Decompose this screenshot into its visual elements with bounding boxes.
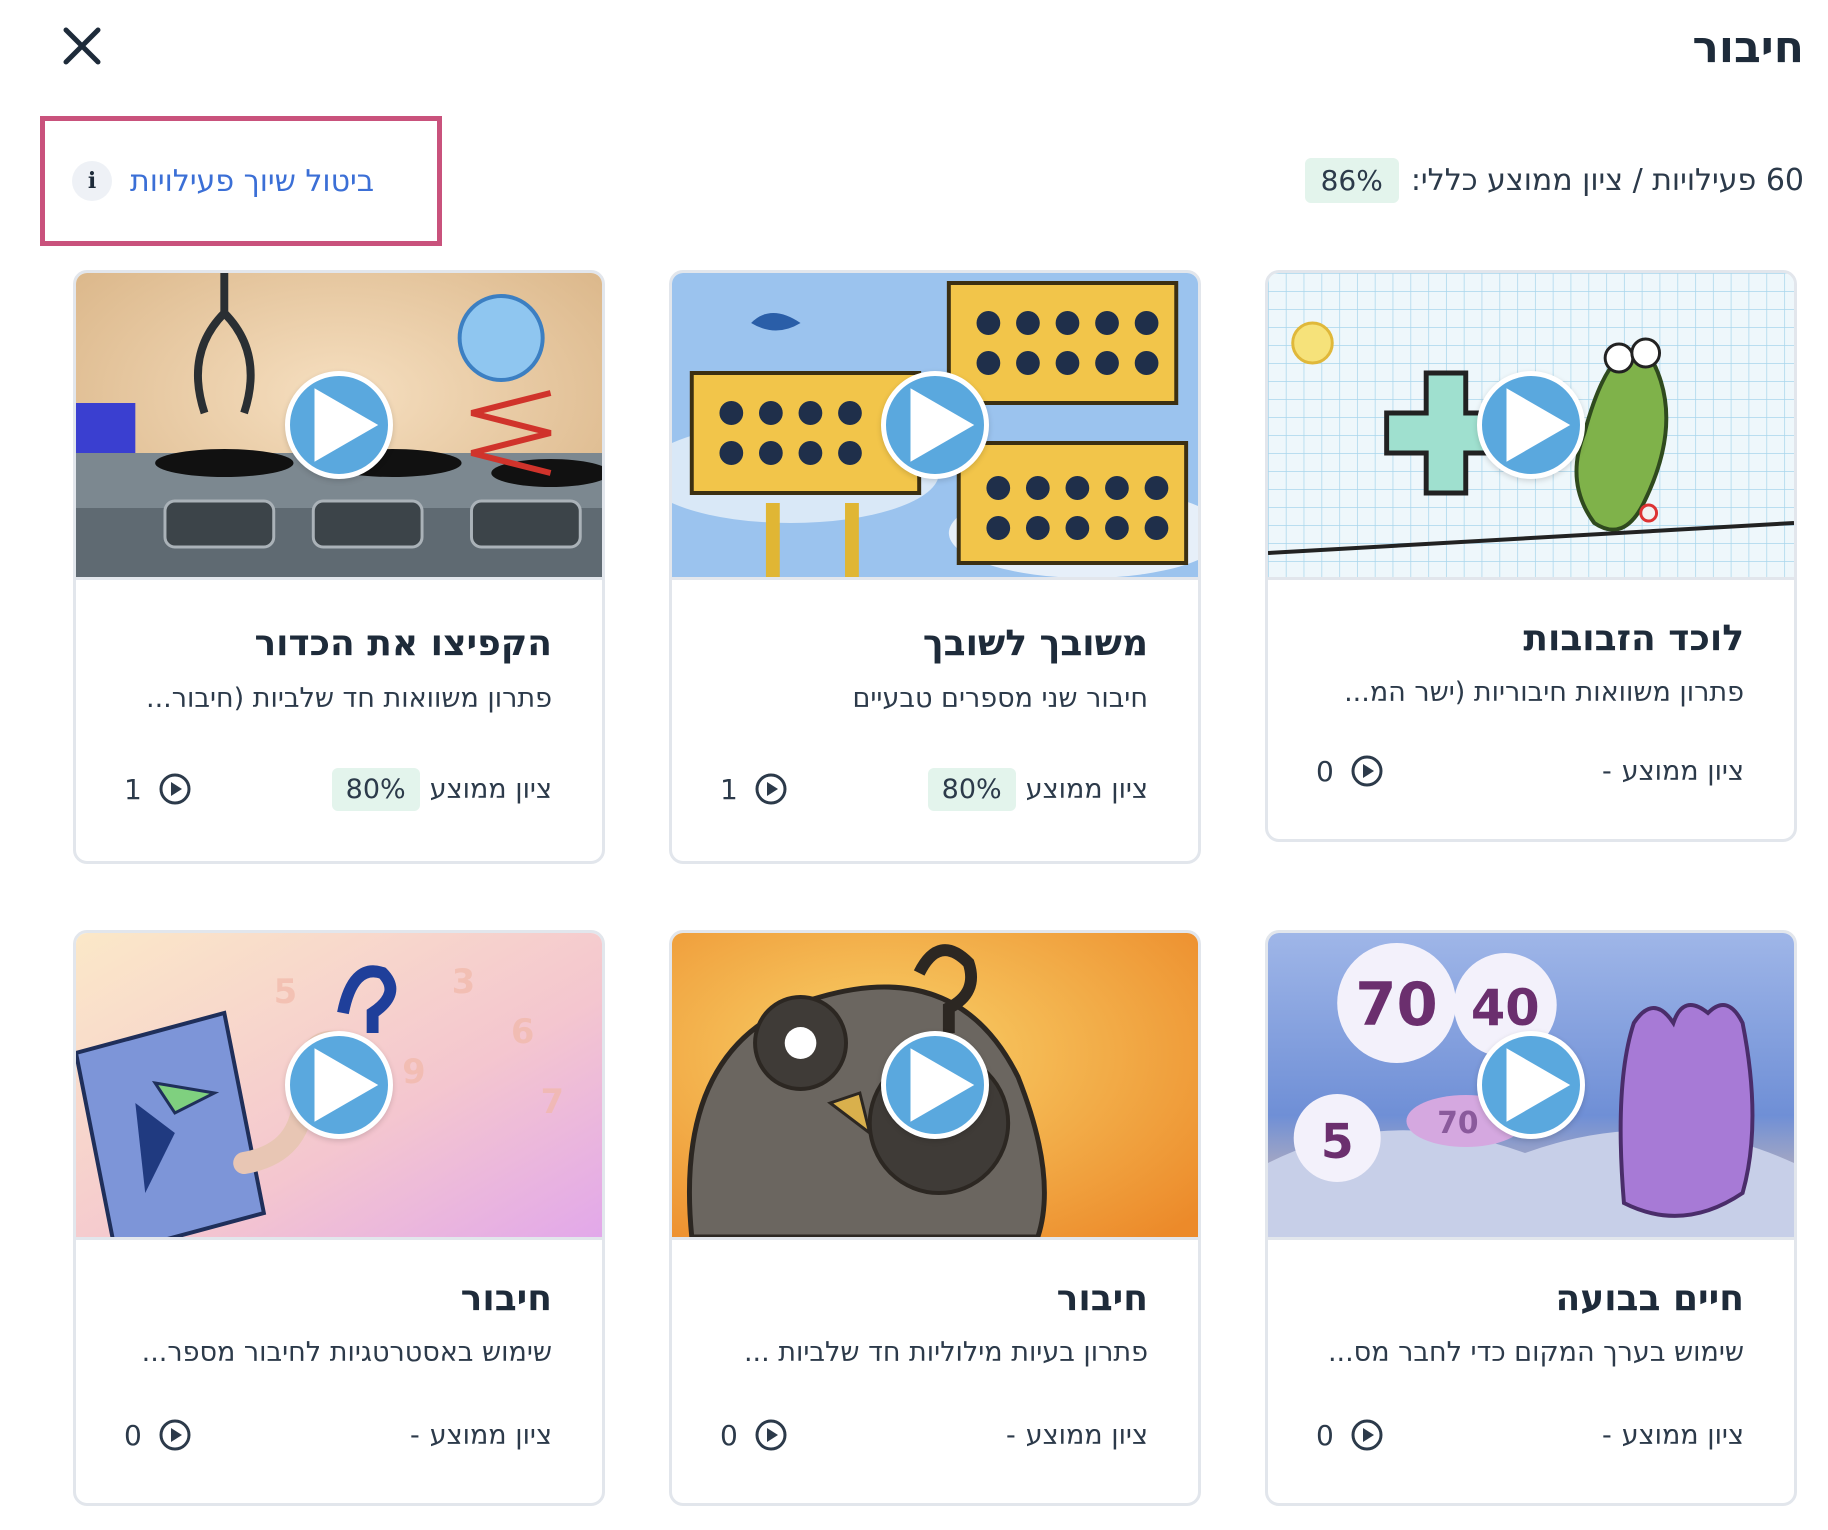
play-button[interactable] <box>285 1031 393 1139</box>
activity-description: שימוש בערך המקום כדי לחבר מס... <box>1327 1337 1744 1368</box>
activity-thumbnail[interactable]: 367 9 5 <box>76 933 602 1240</box>
page-title: חיבור <box>1692 22 1804 73</box>
activity-card[interactable]: 367 9 5 חיבור שימוש באסטרטגיות לחיבור מספר… <box>73 930 605 1506</box>
svg-text:7: 7 <box>541 1082 564 1121</box>
play-count-value: 0 <box>1316 754 1334 788</box>
play-button[interactable] <box>881 1031 989 1139</box>
activity-description: שימוש באסטרטגיות לחיבור מספר... <box>141 1337 552 1368</box>
play-count: 1 <box>720 761 788 817</box>
bubble-number: 5 <box>1321 1115 1354 1170</box>
activity-thumbnail[interactable]: 70 40 5 70 <box>1268 933 1794 1240</box>
average-score-label: ציון ממוצע <box>1025 773 1148 805</box>
activity-thumbnail[interactable] <box>672 933 1198 1240</box>
average-score-label: ציון ממוצע <box>429 1419 552 1451</box>
average-score: ציון ממוצע 80% <box>331 761 552 817</box>
play-count-value: 0 <box>124 1418 142 1452</box>
bubble-number: 40 <box>1471 979 1540 1037</box>
play-circle-icon <box>755 773 787 805</box>
play-count: 0 <box>124 1407 192 1463</box>
play-circle-icon <box>159 773 191 805</box>
activity-title[interactable]: לוכד הזבובות <box>1523 618 1744 659</box>
svg-text:5: 5 <box>274 972 297 1011</box>
activity-description: פתרון משוואות חד שלביות (חיבור... <box>146 683 552 714</box>
activity-card[interactable]: הקפיצו את הכדור פתרון משוואות חד שלביות … <box>73 270 605 864</box>
average-score: ציון ממוצע - <box>1602 1407 1744 1463</box>
play-button[interactable] <box>285 371 393 479</box>
play-count-value: 0 <box>1316 1418 1334 1452</box>
play-icon <box>314 388 379 462</box>
activity-thumbnail[interactable] <box>672 273 1198 580</box>
play-icon <box>910 388 975 462</box>
svg-text:3: 3 <box>452 962 475 1001</box>
activity-card[interactable]: משובך לשובך חיבור שני מספרים טבעיים ציון… <box>669 270 1201 864</box>
average-score-value: - <box>1601 1419 1612 1451</box>
close-button[interactable] <box>58 22 106 70</box>
activity-footer: ציון ממוצע 80% 1 <box>124 761 552 817</box>
play-count-value: 1 <box>124 772 142 806</box>
svg-text:9: 9 <box>402 1052 425 1091</box>
play-count: 0 <box>720 1407 788 1463</box>
average-score: ציון ממוצע - <box>410 1407 552 1463</box>
average-score-label: ציון ממוצע <box>1621 755 1744 787</box>
activity-footer: ציון ממוצע 80% 1 <box>720 761 1148 817</box>
play-icon <box>314 1048 379 1122</box>
activity-title[interactable]: חיים בבועה <box>1555 1278 1744 1319</box>
info-icon[interactable]: i <box>72 161 112 201</box>
activity-footer: ציון ממוצע - 0 <box>720 1407 1148 1463</box>
activity-description: פתרון בעיות מילוליות חד שלביות ... <box>743 1337 1148 1368</box>
play-circle-icon <box>1351 755 1383 787</box>
activity-card[interactable]: חיבור פתרון בעיות מילוליות חד שלביות ...… <box>669 930 1201 1506</box>
activity-title[interactable]: הקפיצו את הכדור <box>254 623 552 664</box>
average-score: ציון ממוצע 80% <box>927 761 1148 817</box>
average-score-label: ציון ממוצע <box>1621 1419 1744 1451</box>
play-count: 0 <box>1316 1407 1384 1463</box>
play-count: 0 <box>1316 743 1384 799</box>
activity-thumbnail[interactable] <box>1268 273 1794 580</box>
bubble-number: 70 <box>1437 1106 1478 1141</box>
activity-description: חיבור שני מספרים טבעיים <box>852 683 1148 714</box>
play-circle-icon <box>159 1419 191 1451</box>
play-icon <box>1506 1048 1571 1122</box>
average-score-label: ציון ממוצע <box>429 773 552 805</box>
overall-average-badge: 86% <box>1304 157 1399 203</box>
average-score-label: ציון ממוצע <box>1025 1419 1148 1451</box>
play-count-value: 1 <box>720 772 738 806</box>
activities-summary: 60 פעילויות / ציון ממוצע כללי: 86% <box>1304 152 1804 208</box>
activity-thumbnail[interactable] <box>76 273 602 580</box>
play-count-value: 0 <box>720 1418 738 1452</box>
unassign-activities-label: ביטול שיוך פעילויות <box>130 163 375 199</box>
summary-text: 60 פעילויות / ציון ממוצע כללי: <box>1410 162 1804 198</box>
play-button[interactable] <box>1477 1031 1585 1139</box>
average-score-badge: 80% <box>927 767 1016 811</box>
activity-description: פתרון משוואות חיבוריות (ישר המ... <box>1344 677 1744 708</box>
activity-card[interactable]: לוכד הזבובות פתרון משוואות חיבוריות (ישר… <box>1265 270 1797 842</box>
play-icon <box>910 1048 975 1122</box>
average-score: ציון ממוצע - <box>1006 1407 1148 1463</box>
average-score-value: - <box>409 1419 420 1451</box>
average-score-value: - <box>1601 755 1612 787</box>
activity-footer: ציון ממוצע - 0 <box>1316 743 1744 799</box>
play-circle-icon <box>1351 1419 1383 1451</box>
play-button[interactable] <box>881 371 989 479</box>
close-icon <box>63 27 101 65</box>
activity-card[interactable]: 70 40 5 70 חיים בבועה שימוש בערך המקום כ… <box>1265 930 1797 1506</box>
activity-title[interactable]: משובך לשובך <box>923 623 1148 664</box>
play-count: 1 <box>124 761 192 817</box>
average-score-value: - <box>1005 1419 1016 1451</box>
play-circle-icon <box>755 1419 787 1451</box>
activity-footer: ציון ממוצע - 0 <box>124 1407 552 1463</box>
play-button[interactable] <box>1477 371 1585 479</box>
play-icon <box>1506 388 1571 462</box>
activity-footer: ציון ממוצע - 0 <box>1316 1407 1744 1463</box>
unassign-activities-button[interactable]: ביטול שיוך פעילויות i <box>72 155 374 207</box>
bubble-number: 70 <box>1355 971 1438 1040</box>
average-score-badge: 80% <box>331 767 420 811</box>
activity-title[interactable]: חיבור <box>461 1278 552 1319</box>
average-score: ציון ממוצע - <box>1602 743 1744 799</box>
svg-text:6: 6 <box>511 1012 534 1051</box>
activity-title[interactable]: חיבור <box>1057 1278 1148 1319</box>
